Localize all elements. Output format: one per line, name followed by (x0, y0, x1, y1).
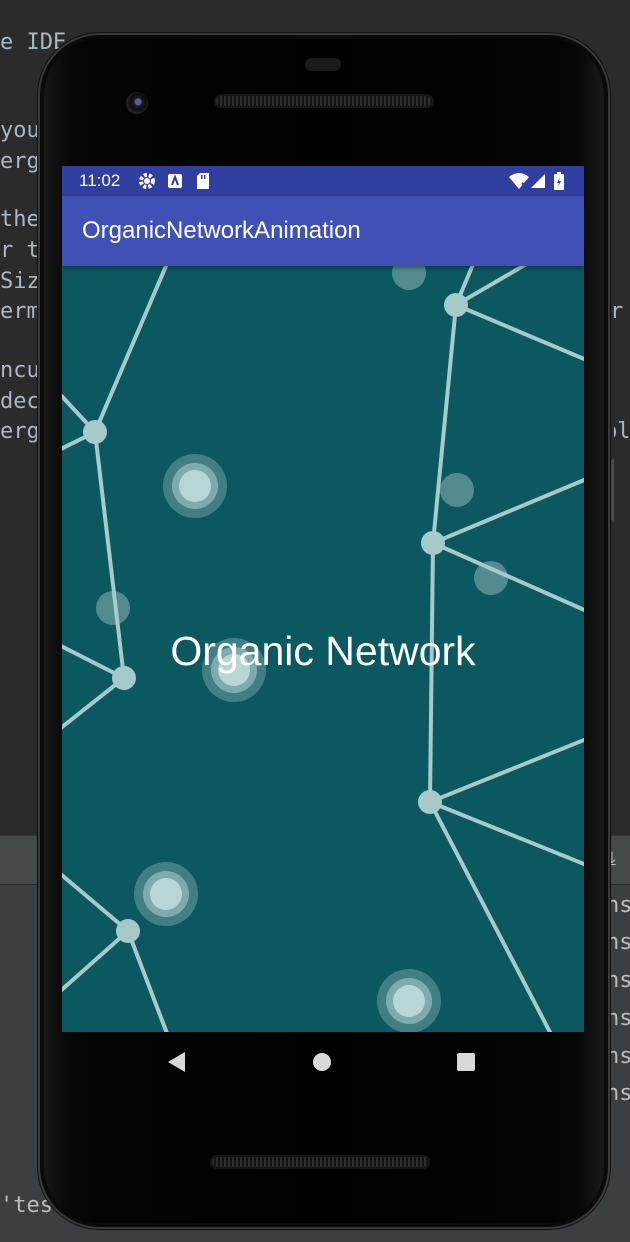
front-camera-icon (126, 92, 148, 114)
pulse-particle (134, 862, 198, 926)
top-speaker-icon (216, 96, 432, 106)
code-line: erg (0, 419, 40, 444)
code-line: you (0, 118, 40, 143)
floating-particle (96, 591, 130, 625)
code-line: dec (0, 389, 40, 414)
wifi-icon (508, 172, 530, 195)
a-badge-icon (167, 172, 183, 195)
floating-particle (474, 561, 508, 595)
pulse-particle (377, 969, 441, 1032)
app-bar: OrganicNetworkAnimation (62, 196, 584, 266)
home-icon[interactable] (313, 1053, 331, 1071)
earpiece-icon (305, 58, 341, 71)
battery-icon (554, 172, 564, 195)
code-line: Siz (0, 269, 40, 294)
sd-card-icon (196, 172, 210, 195)
code-line: erm (0, 299, 40, 324)
center-title: Organic Network (170, 628, 476, 674)
floating-particle (440, 473, 474, 507)
network-node (83, 420, 107, 444)
network-node (116, 919, 140, 943)
network-node (418, 790, 442, 814)
code-line: the (0, 207, 40, 232)
network-edge (428, 737, 584, 804)
network-edge (62, 872, 130, 933)
pulse-particle (163, 454, 227, 518)
network-canvas (62, 256, 584, 1032)
network-edge (93, 264, 168, 434)
bottom-speaker-icon (212, 1157, 428, 1167)
network-edge (431, 303, 458, 545)
code-line: erg (0, 149, 40, 174)
navigation-bar (62, 1032, 584, 1092)
network-edge (62, 929, 130, 993)
code-line: ncu (0, 358, 40, 383)
network-edge (62, 676, 126, 730)
status-bar: 11:02 (62, 166, 584, 196)
phone-screen: 11:02 OrganicNetworkAnimation Organic Ne… (62, 166, 584, 1032)
network-edge (428, 800, 584, 867)
signal-icon (530, 172, 546, 195)
code-fragment-right: r (610, 299, 624, 324)
network-node (421, 531, 445, 555)
app-title: OrganicNetworkAnimation (82, 217, 361, 244)
settings-icon (138, 172, 156, 195)
network-edge (431, 541, 584, 612)
back-icon[interactable] (168, 1052, 185, 1072)
code-line: r t (0, 238, 40, 263)
network-edge (454, 303, 584, 362)
network-edge (428, 800, 553, 1032)
status-time: 11:02 (79, 171, 121, 190)
recents-icon[interactable] (457, 1053, 475, 1071)
network-edge (126, 929, 169, 1032)
network-node (444, 293, 468, 317)
